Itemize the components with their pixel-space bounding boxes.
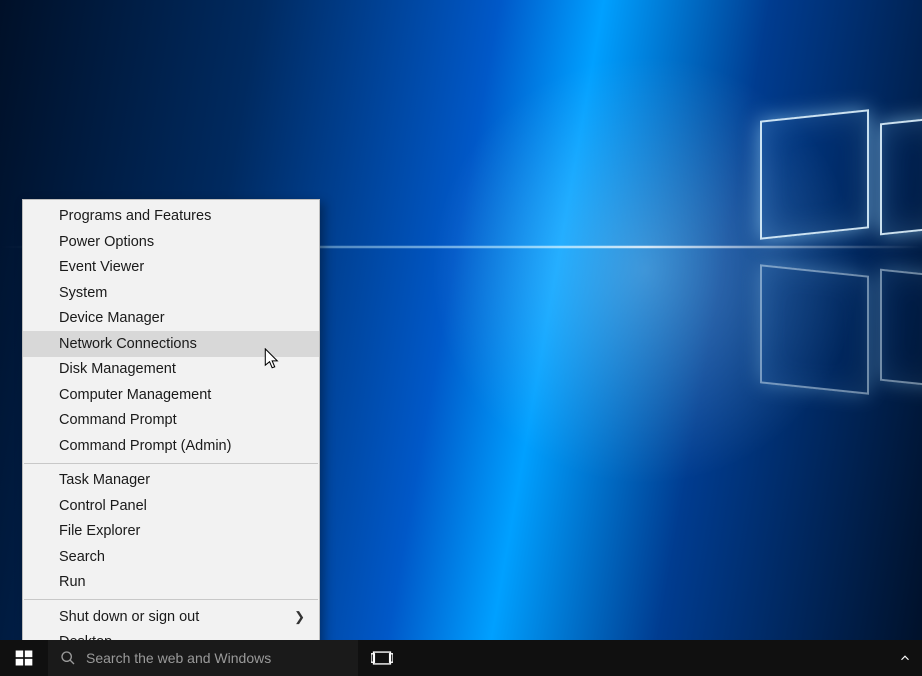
search-icon bbox=[60, 650, 76, 666]
menu-item-label: Command Prompt (Admin) bbox=[59, 438, 231, 454]
tray-overflow-button[interactable] bbox=[888, 640, 922, 676]
menu-item-label: Disk Management bbox=[59, 361, 176, 377]
menu-item-command-prompt-admin[interactable]: Command Prompt (Admin) bbox=[23, 433, 319, 459]
task-view-button[interactable] bbox=[358, 640, 406, 676]
task-view-icon bbox=[371, 649, 393, 667]
chevron-right-icon: ❯ bbox=[294, 609, 305, 625]
menu-item-label: File Explorer bbox=[59, 523, 140, 539]
menu-item-label: Event Viewer bbox=[59, 259, 144, 275]
menu-item-label: Command Prompt bbox=[59, 412, 177, 428]
menu-separator bbox=[24, 599, 318, 600]
menu-item-label: Run bbox=[59, 574, 86, 590]
menu-item-run[interactable]: Run bbox=[23, 570, 319, 596]
system-tray bbox=[888, 640, 922, 676]
menu-item-label: Shut down or sign out bbox=[59, 609, 199, 625]
menu-item-computer-management[interactable]: Computer Management bbox=[23, 382, 319, 408]
taskbar-search[interactable]: Search the web and Windows bbox=[48, 640, 358, 676]
menu-item-power-options[interactable]: Power Options bbox=[23, 229, 319, 255]
menu-item-label: Task Manager bbox=[59, 472, 150, 488]
start-button[interactable] bbox=[0, 640, 48, 676]
menu-item-command-prompt[interactable]: Command Prompt bbox=[23, 408, 319, 434]
menu-item-system[interactable]: System bbox=[23, 280, 319, 306]
menu-item-label: System bbox=[59, 285, 107, 301]
taskbar: Search the web and Windows bbox=[0, 640, 922, 676]
menu-item-label: Device Manager bbox=[59, 310, 165, 326]
menu-item-control-panel[interactable]: Control Panel bbox=[23, 493, 319, 519]
menu-item-programs-and-features[interactable]: Programs and Features bbox=[23, 204, 319, 230]
menu-item-label: Search bbox=[59, 549, 105, 565]
menu-item-file-explorer[interactable]: File Explorer bbox=[23, 519, 319, 545]
menu-item-search[interactable]: Search bbox=[23, 544, 319, 570]
winx-context-menu: Programs and Features Power Options Event … bbox=[22, 199, 320, 661]
menu-item-label: Control Panel bbox=[59, 498, 147, 514]
menu-item-disk-management[interactable]: Disk Management bbox=[23, 357, 319, 383]
menu-item-device-manager[interactable]: Device Manager bbox=[23, 306, 319, 332]
menu-item-event-viewer[interactable]: Event Viewer bbox=[23, 255, 319, 281]
chevron-up-icon bbox=[898, 651, 912, 665]
menu-item-task-manager[interactable]: Task Manager bbox=[23, 468, 319, 494]
menu-item-label: Power Options bbox=[59, 234, 154, 250]
windows-logo-icon bbox=[14, 648, 34, 668]
menu-item-label: Programs and Features bbox=[59, 208, 211, 224]
menu-item-label: Network Connections bbox=[59, 336, 197, 352]
menu-separator bbox=[24, 463, 318, 464]
menu-item-shut-down-or-sign-out[interactable]: Shut down or sign out ❯ bbox=[23, 604, 319, 630]
taskbar-search-placeholder: Search the web and Windows bbox=[86, 650, 271, 666]
menu-item-label: Computer Management bbox=[59, 387, 211, 403]
menu-item-network-connections[interactable]: Network Connections bbox=[23, 331, 319, 357]
